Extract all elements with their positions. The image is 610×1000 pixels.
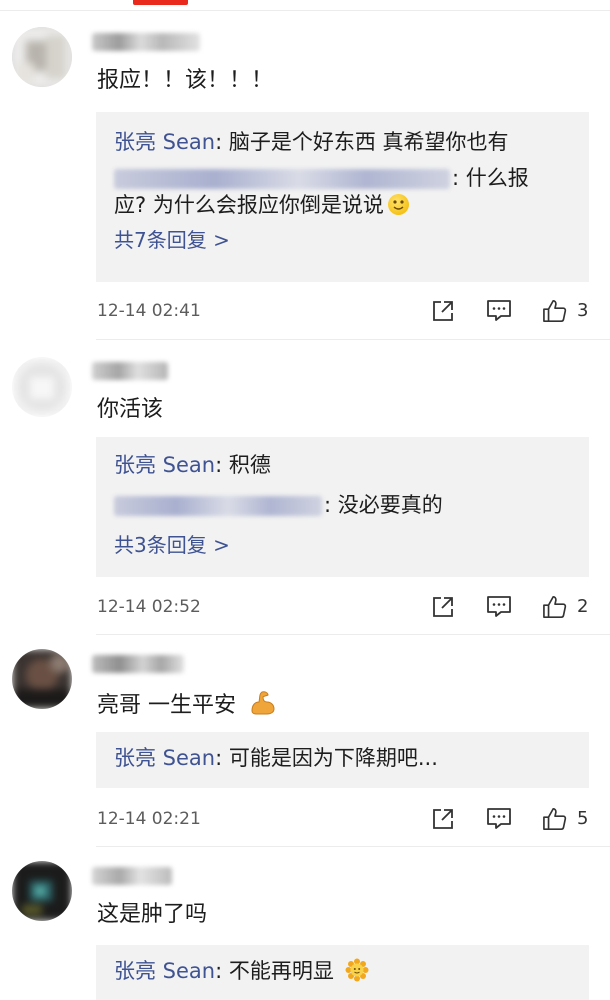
comment-meta: 12-14 02:52 2 (97, 592, 593, 622)
reply-preview[interactable]: 张亮 Sean: 不能再明显 (96, 945, 589, 1000)
like-count: 5 (577, 808, 589, 829)
reply-author[interactable]: 张亮 Sean (114, 746, 215, 770)
username[interactable] (92, 655, 184, 673)
thumbs-up-icon[interactable] (541, 595, 569, 619)
share-icon[interactable] (431, 299, 455, 323)
username[interactable] (92, 33, 200, 51)
reply-text: 应? 为什么会报应你倒是说说 (114, 193, 384, 217)
reply-text: : 什么报 (452, 166, 529, 190)
reply-author[interactable]: 张亮 Sean (114, 453, 215, 477)
reply-line: 张亮 Sean: 可能是因为下降期吧... (114, 738, 573, 778)
share-icon[interactable] (431, 807, 455, 831)
timestamp: 12-14 02:21 (97, 809, 201, 829)
comment-meta: 12-14 02:41 3 (97, 296, 593, 326)
avatar[interactable] (12, 357, 72, 417)
reply-author[interactable]: 张亮 Sean (114, 130, 215, 154)
reply-author[interactable]: 张亮 Sean (114, 959, 215, 983)
comment-item: 你活该 张亮 Sean: 积德 : 没必要真的 共3条回复 > 12-14 02… (0, 340, 610, 635)
reply-preview[interactable]: 张亮 Sean: 脑子是个好东西 真希望你也有 : 什么报 应? 为什么会报应你… (96, 112, 589, 282)
like-count: 3 (577, 300, 589, 321)
masked-username (114, 496, 322, 516)
reply-comment-icon[interactable] (486, 299, 512, 323)
comment-item: 这是肿了吗 张亮 Sean: 不能再明显 (0, 847, 610, 1000)
comment-text: 这是肿了吗 (97, 902, 208, 927)
username[interactable] (92, 867, 172, 885)
reply-line: : 没必要真的 (114, 485, 573, 525)
reply-line: 张亮 Sean: 积德 (114, 445, 573, 485)
reply-line: 张亮 Sean: 不能再明显 (114, 951, 573, 991)
view-replies-link[interactable]: 共3条回复 > (114, 525, 573, 565)
thumbs-up-icon[interactable] (541, 299, 569, 323)
reply-text: : 积德 (215, 453, 271, 477)
like-count: 2 (577, 596, 589, 617)
reply-line: 张亮 Sean: 脑子是个好东西 真希望你也有 (114, 122, 573, 162)
share-icon[interactable] (431, 595, 455, 619)
reply-preview[interactable]: 张亮 Sean: 可能是因为下降期吧... (96, 732, 589, 788)
comment-item: 报应！！该！！！ 张亮 Sean: 脑子是个好东西 真希望你也有 : 什么报 应… (0, 11, 610, 340)
comment-text: 你活该 (97, 397, 164, 422)
timestamp: 12-14 02:52 (97, 597, 201, 617)
active-tab-indicator (133, 0, 188, 5)
sunflower-emoji (345, 958, 369, 982)
comment-text: 报应！！该！！！ (97, 68, 274, 93)
avatar[interactable] (12, 649, 72, 709)
comment-text: 亮哥 一生平安 (97, 687, 277, 721)
reply-preview[interactable]: 张亮 Sean: 积德 : 没必要真的 共3条回复 > (96, 437, 589, 577)
reply-comment-icon[interactable] (486, 595, 512, 619)
thumbs-up-icon[interactable] (541, 807, 569, 831)
comment-feed: 报应！！该！！！ 张亮 Sean: 脑子是个好东西 真希望你也有 : 什么报 应… (0, 0, 610, 1000)
avatar[interactable] (12, 861, 72, 921)
reply-text: : 脑子是个好东西 真希望你也有 (215, 130, 509, 154)
comment-item: 亮哥 一生平安 张亮 Sean: 可能是因为下降期吧... 12-14 02:2… (0, 635, 610, 847)
smile-emoji (387, 194, 409, 215)
avatar[interactable] (12, 27, 72, 87)
masked-username (114, 169, 450, 189)
reply-comment-icon[interactable] (486, 807, 512, 831)
flexed-biceps-emoji (251, 691, 275, 715)
reply-text: : 没必要真的 (324, 493, 443, 517)
view-replies-link[interactable]: 共7条回复 > (114, 220, 573, 260)
username[interactable] (92, 362, 168, 380)
comment-text-content: 亮哥 一生平安 (97, 693, 236, 718)
comment-meta: 12-14 02:21 5 (97, 804, 593, 834)
timestamp: 12-14 02:41 (97, 301, 201, 321)
reply-text: : 可能是因为下降期吧... (215, 746, 438, 770)
reply-text: : 不能再明显 (215, 959, 334, 983)
